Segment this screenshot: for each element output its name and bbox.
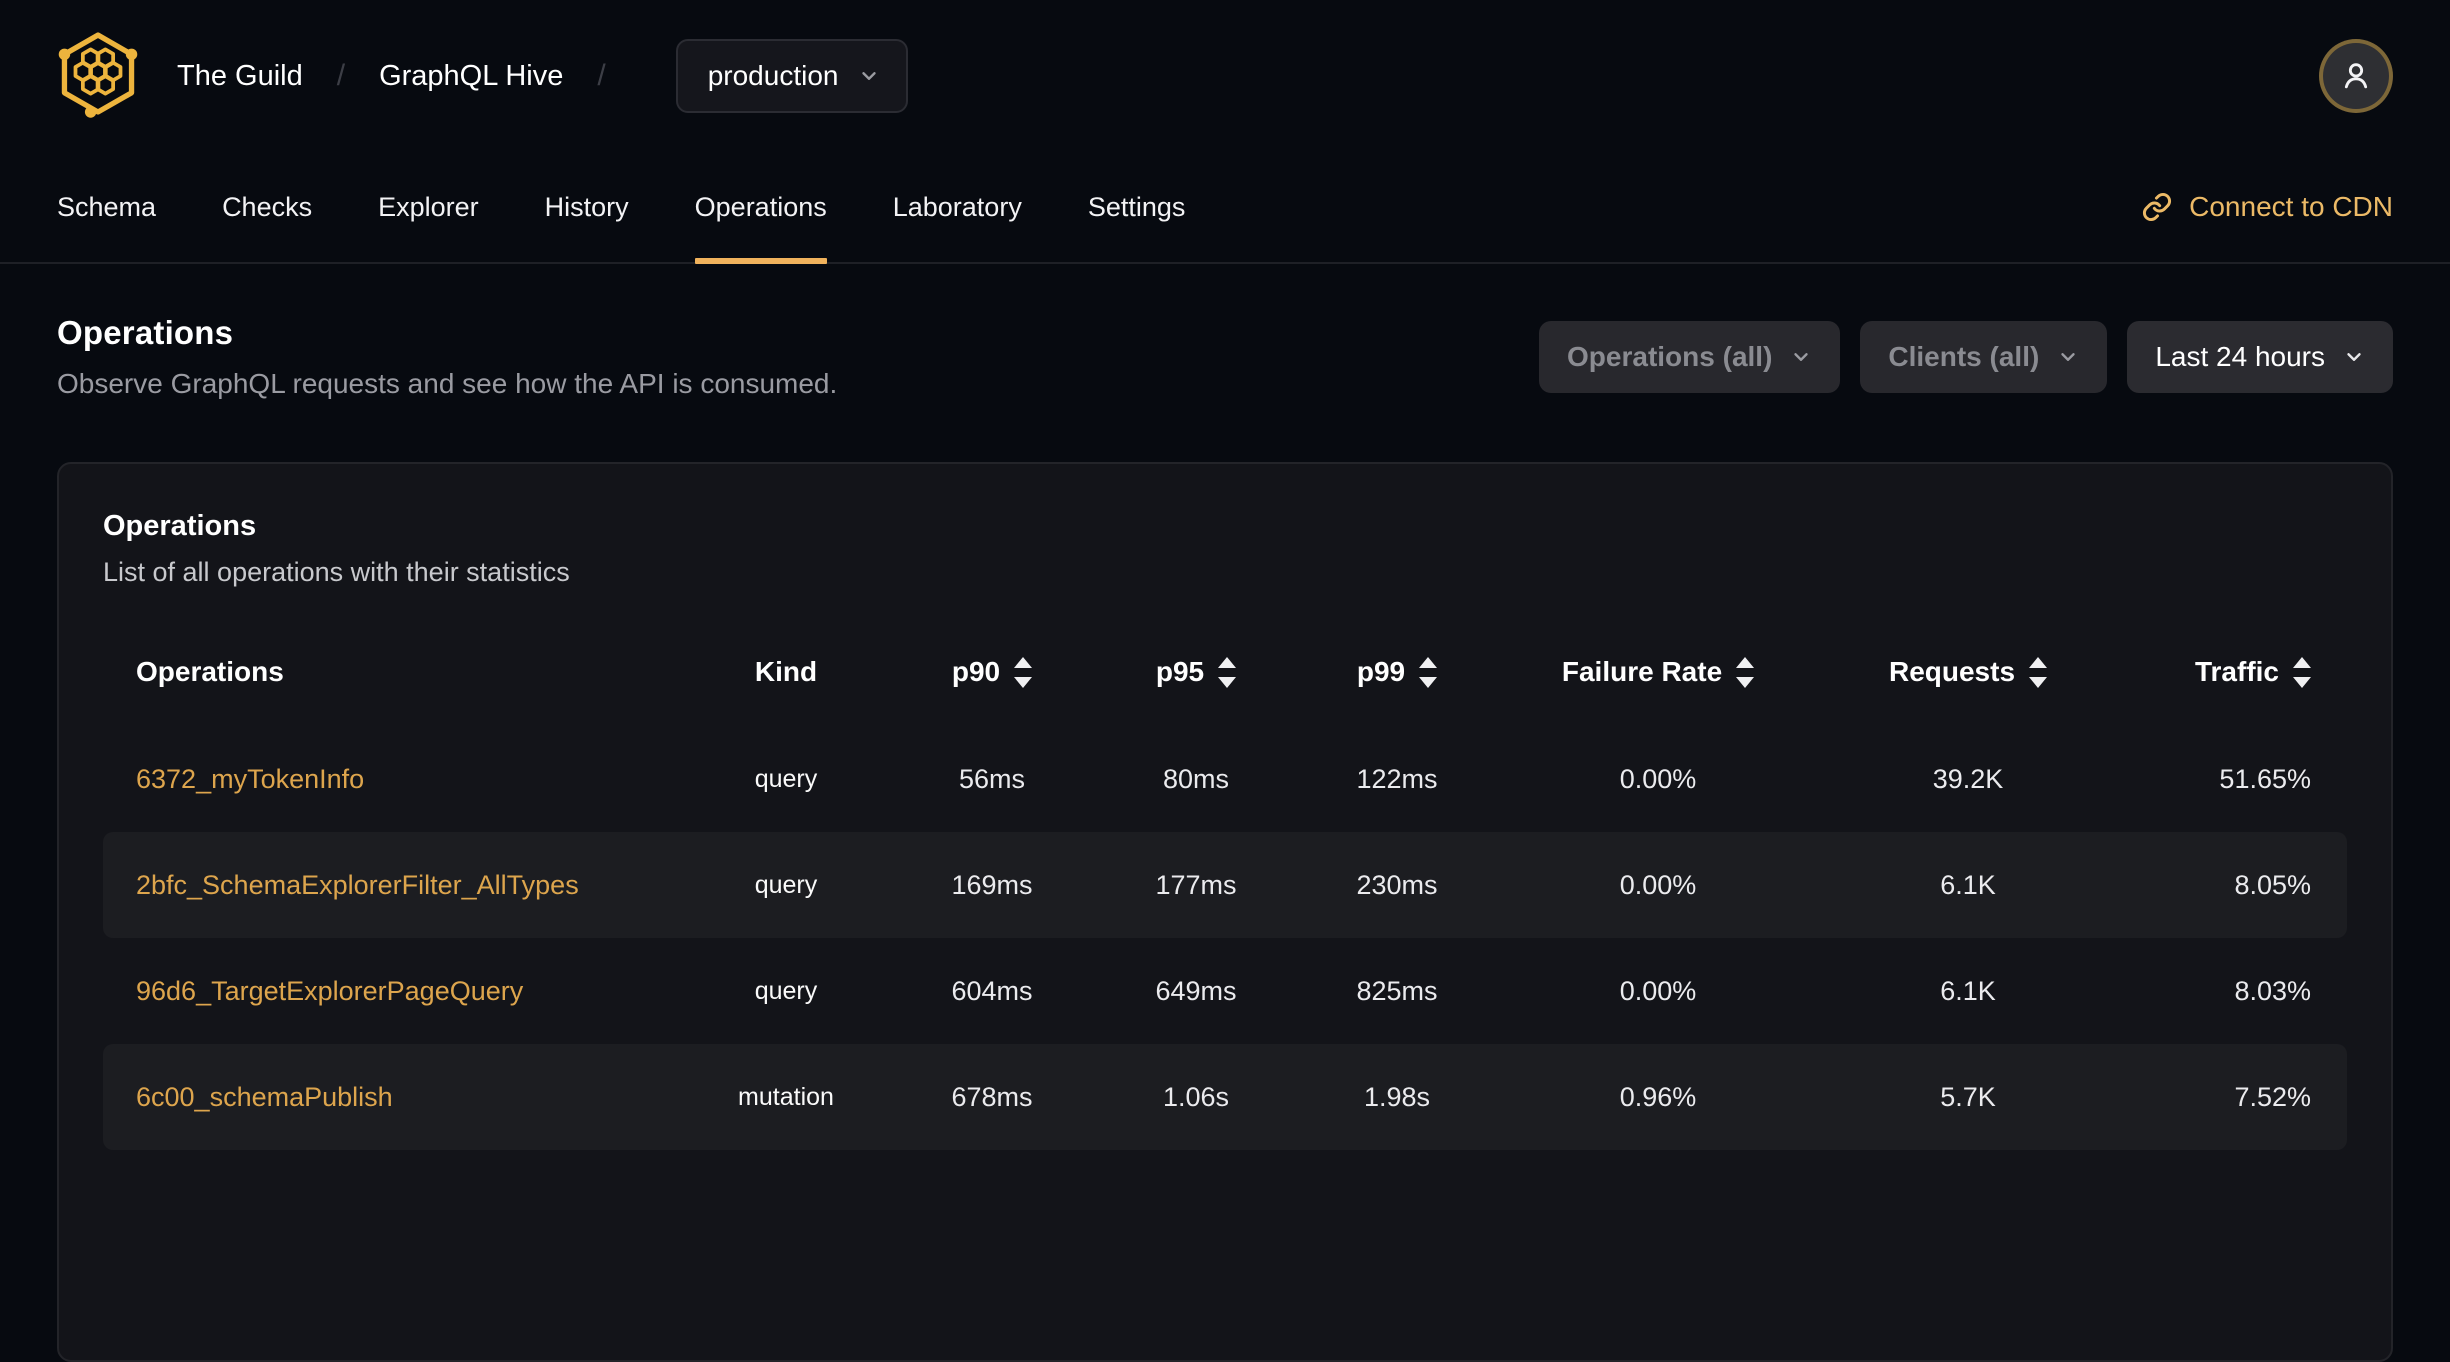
traffic-cell: 8.03%: [2234, 975, 2311, 1006]
sort-icon[interactable]: [1014, 656, 1033, 688]
failure-rate-cell: 0.96%: [1619, 1081, 1697, 1112]
kind-cell: mutation: [738, 1082, 834, 1111]
column-header-kind: Kind: [754, 656, 818, 687]
link-icon: [2143, 193, 2172, 221]
breadcrumb-separator: /: [336, 59, 346, 92]
top-bar: The Guild / GraphQL Hive / production: [0, 0, 2450, 152]
failure-rate-cell: 0.00%: [1619, 975, 1697, 1006]
target-selector-value: production: [707, 60, 839, 91]
table-row: 6372_myTokenInfo query 56ms 80ms 122ms 0…: [103, 726, 2347, 832]
column-header-failure-rate[interactable]: Failure Rate: [1497, 656, 1819, 688]
failure-rate-cell: 0.00%: [1619, 763, 1697, 794]
operation-link[interactable]: 6372_myTokenInfo: [136, 764, 364, 794]
nav-tabs: Schema Checks Explorer History Operation…: [57, 152, 1186, 264]
sort-icon[interactable]: [1218, 656, 1237, 688]
breadcrumb-project[interactable]: GraphQL Hive: [379, 60, 563, 93]
hive-logo-icon: [58, 32, 138, 118]
kind-cell: query: [754, 764, 818, 793]
p95-cell: 1.06s: [1162, 1081, 1230, 1112]
p99-cell: 122ms: [1356, 763, 1438, 794]
tab-operations[interactable]: Operations: [694, 152, 827, 264]
failure-rate-cell: 0.00%: [1619, 869, 1697, 900]
p95-cell: 80ms: [1162, 763, 1230, 794]
traffic-cell: 8.05%: [2234, 869, 2311, 900]
page-header: Operations Observe GraphQL requests and …: [0, 264, 2450, 400]
chevron-down-icon: [1794, 353, 1809, 361]
p90-cell: 56ms: [958, 763, 1026, 794]
operation-link[interactable]: 96d6_TargetExplorerPageQuery: [136, 976, 523, 1006]
table-header-row: Operations Kind p90 p95 p99 Failure Rate: [103, 618, 2347, 726]
p95-cell: 649ms: [1155, 975, 1237, 1006]
tab-laboratory[interactable]: Laboratory: [893, 152, 1022, 262]
traffic-cell: 51.65%: [2219, 763, 2311, 794]
column-header-p99[interactable]: p99: [1297, 656, 1497, 688]
time-range-dropdown[interactable]: Last 24 hours: [2127, 321, 2393, 393]
column-header-p95[interactable]: p95: [1095, 656, 1297, 688]
page-title: Operations: [57, 314, 234, 351]
page-subtitle: Observe GraphQL requests and see how the…: [57, 368, 838, 399]
clients-filter-dropdown[interactable]: Clients (all): [1860, 321, 2108, 393]
sort-icon[interactable]: [2293, 656, 2311, 688]
p99-cell: 1.98s: [1363, 1081, 1431, 1112]
operations-filter-dropdown[interactable]: Operations (all): [1539, 321, 1841, 393]
table-row: 2bfc_SchemaExplorerFilter_AllTypes query…: [103, 832, 2347, 938]
operations-filter-label: Operations (all): [1567, 341, 1773, 372]
sort-icon[interactable]: [1736, 656, 1755, 688]
operations-card: Operations List of all operations with t…: [57, 462, 2393, 1362]
tab-history[interactable]: History: [545, 152, 629, 262]
p90-cell: 604ms: [951, 975, 1033, 1006]
tab-checks[interactable]: Checks: [222, 152, 312, 262]
tab-schema[interactable]: Schema: [57, 152, 156, 262]
breadcrumb: The Guild / GraphQL Hive /: [177, 59, 640, 93]
traffic-cell: 7.52%: [2234, 1081, 2311, 1112]
sort-icon[interactable]: [1419, 656, 1438, 688]
breadcrumb-org[interactable]: The Guild: [177, 60, 303, 93]
requests-cell: 6.1K: [1940, 869, 1996, 900]
p90-cell: 169ms: [951, 869, 1033, 900]
requests-cell: 6.1K: [1940, 975, 1996, 1006]
p99-cell: 825ms: [1356, 975, 1438, 1006]
time-range-label: Last 24 hours: [2155, 341, 2325, 372]
filter-bar: Operations (all) Clients (all) Last 24 h…: [1539, 321, 2393, 393]
nav-bar: Schema Checks Explorer History Operation…: [0, 152, 2450, 264]
p99-cell: 230ms: [1356, 869, 1438, 900]
connect-to-cdn-link[interactable]: Connect to CDN: [2141, 191, 2393, 223]
operation-link[interactable]: 6c00_schemaPublish: [136, 1082, 393, 1112]
tab-settings[interactable]: Settings: [1088, 152, 1186, 262]
breadcrumb-separator: /: [597, 59, 606, 92]
chevron-down-icon: [2061, 353, 2076, 361]
connect-to-cdn-label: Connect to CDN: [2189, 191, 2393, 222]
column-header-traffic[interactable]: Traffic: [2117, 656, 2347, 688]
p90-cell: 678ms: [951, 1081, 1033, 1112]
chevron-down-icon: [862, 72, 877, 80]
column-header-operations: Operations: [136, 656, 284, 687]
target-selector-dropdown[interactable]: production: [675, 39, 909, 113]
user-icon: [2344, 63, 2368, 89]
tab-explorer[interactable]: Explorer: [378, 152, 479, 262]
table-row: 96d6_TargetExplorerPageQuery query 604ms…: [103, 938, 2347, 1044]
column-header-requests[interactable]: Requests: [1819, 656, 2117, 688]
column-header-p90[interactable]: p90: [889, 656, 1095, 688]
operation-link[interactable]: 2bfc_SchemaExplorerFilter_AllTypes: [136, 870, 579, 900]
requests-cell: 5.7K: [1940, 1081, 1996, 1112]
operations-table: Operations Kind p90 p95 p99 Failure Rate: [103, 618, 2347, 1150]
kind-cell: query: [754, 976, 818, 1005]
requests-cell: 39.2K: [1932, 763, 2004, 794]
card-title: Operations: [103, 510, 257, 542]
p95-cell: 177ms: [1155, 869, 1237, 900]
card-subtitle: List of all operations with their statis…: [103, 557, 570, 587]
kind-cell: query: [754, 870, 818, 899]
clients-filter-label: Clients (all): [1888, 341, 2040, 372]
table-row: 6c00_schemaPublish mutation 678ms 1.06s …: [103, 1044, 2347, 1150]
user-avatar-button[interactable]: [2319, 39, 2393, 113]
chevron-down-icon: [2347, 353, 2361, 361]
sort-icon[interactable]: [2029, 656, 2048, 688]
